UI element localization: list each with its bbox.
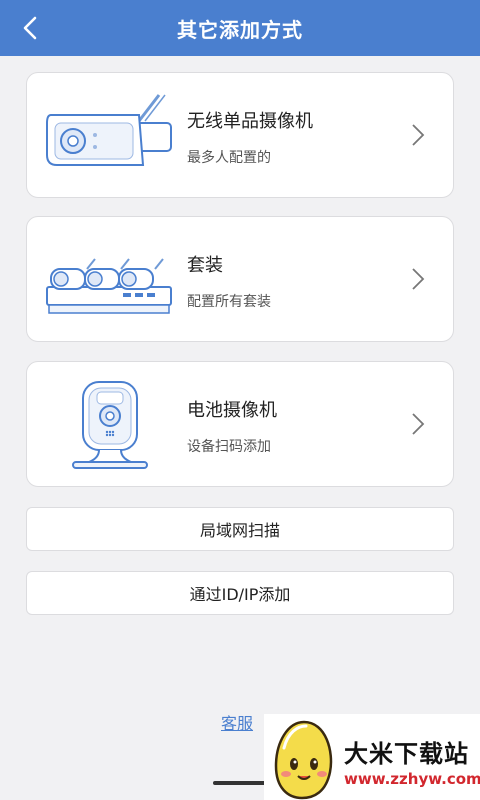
page-title: 其它添加方式 (177, 17, 303, 42)
option-title: 电池摄像机 (187, 400, 277, 421)
chevron-right-icon (412, 124, 425, 146)
battery-camera-icon (72, 381, 148, 469)
option-subtitle: 设备扫码添加 (187, 439, 271, 455)
option-camera-kit[interactable]: 套装 配置所有套装 (26, 216, 454, 342)
chevron-right-icon (412, 268, 425, 290)
option-title: 套装 (187, 255, 223, 276)
option-wireless-camera[interactable]: 无线单品摄像机 最多人配置的 (26, 72, 454, 198)
watermark-title: 大米下载站 (344, 740, 469, 768)
option-title: 无线单品摄像机 (187, 111, 313, 132)
back-arrow-icon (23, 16, 37, 40)
camera-kit-icon (46, 258, 172, 314)
wireless-camera-icon (46, 94, 172, 166)
watermark: 大米下载站 www.zzhyw.com (264, 714, 480, 800)
option-subtitle: 配置所有套装 (187, 294, 271, 310)
customer-service-link[interactable]: 客服 (221, 710, 253, 734)
home-indicator[interactable] (213, 781, 269, 785)
option-battery-camera[interactable]: 电池摄像机 设备扫码添加 (26, 361, 454, 487)
watermark-url: www.zzhyw.com (344, 770, 480, 788)
top-bar: 其它添加方式 (0, 0, 480, 56)
lan-scan-button[interactable]: 局域网扫描 (26, 507, 454, 551)
option-subtitle: 最多人配置的 (187, 150, 271, 166)
add-by-id-ip-button[interactable]: 通过ID/IP添加 (26, 571, 454, 615)
chevron-right-icon (412, 413, 425, 435)
rice-mascot-logo (274, 720, 333, 800)
back-button[interactable] (14, 12, 46, 44)
